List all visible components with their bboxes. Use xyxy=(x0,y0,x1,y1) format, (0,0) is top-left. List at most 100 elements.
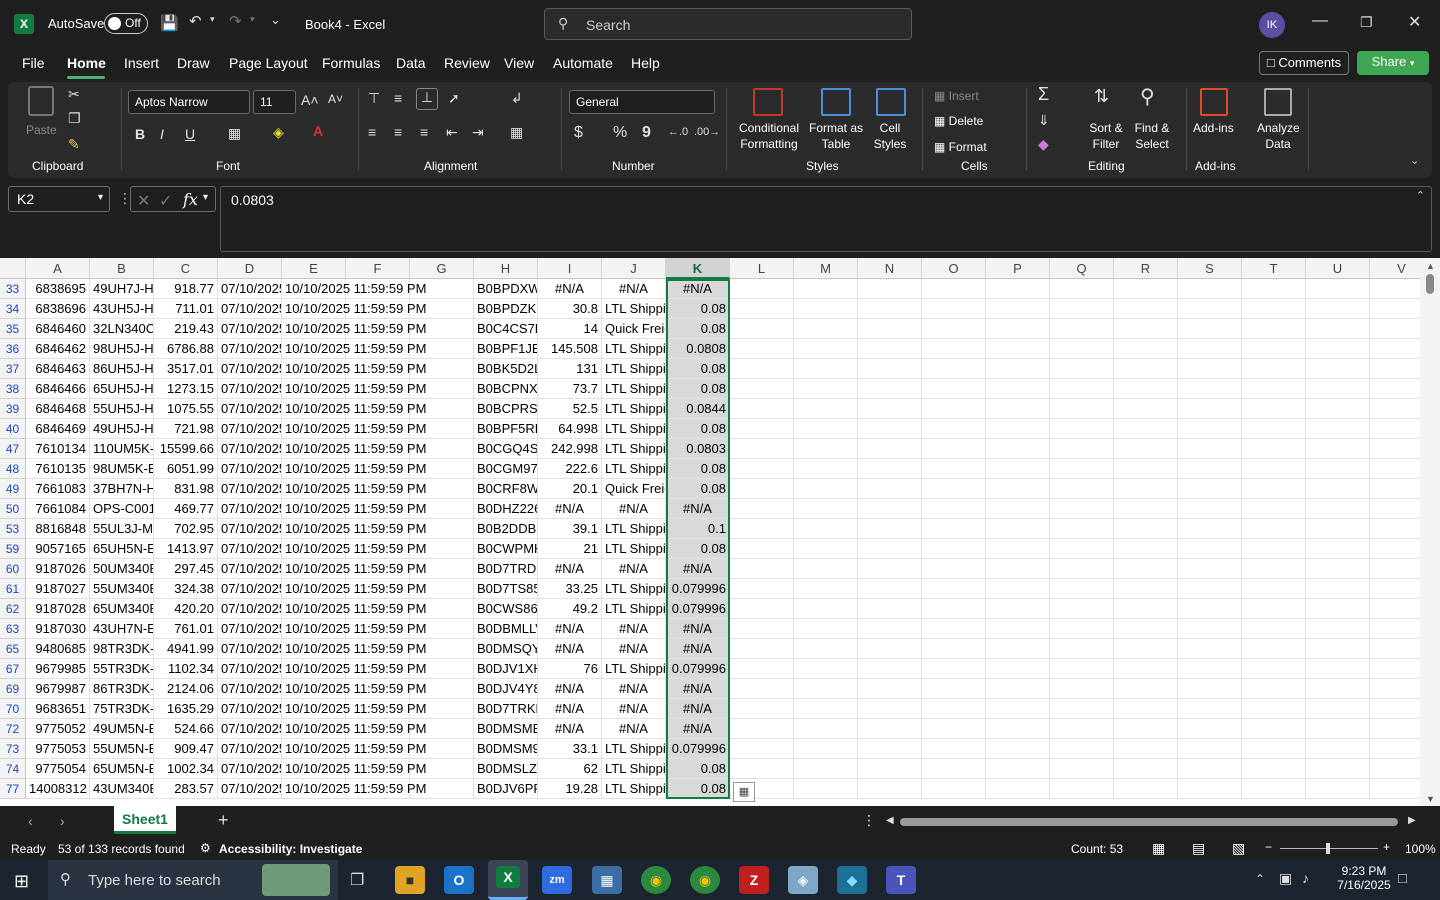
cell-a[interactable]: 6846469 xyxy=(26,419,90,439)
cell-e[interactable]: 10/10/2025 11:59:59 PM xyxy=(282,619,474,639)
tab-file[interactable]: File xyxy=(22,55,45,71)
cell-k[interactable]: 0.0808 xyxy=(666,339,730,359)
grid-cell[interactable] xyxy=(1178,639,1242,659)
cell-d[interactable]: 07/10/2025 xyxy=(218,679,282,699)
grid-cell[interactable] xyxy=(730,459,794,479)
collapse-formula-bar-icon[interactable]: ⌃ xyxy=(1416,189,1425,202)
grid-cell[interactable] xyxy=(794,299,858,319)
cell-b[interactable]: 49UH5J-H xyxy=(90,419,154,439)
row-header[interactable]: 38 xyxy=(0,379,26,399)
cell-k[interactable]: 0.08 xyxy=(666,419,730,439)
cell-c[interactable]: 324.38 xyxy=(154,579,218,599)
grid-cell[interactable] xyxy=(986,479,1050,499)
grid-cell[interactable] xyxy=(1178,739,1242,759)
row-header[interactable]: 77 xyxy=(0,779,26,799)
conditional-formatting-icon[interactable] xyxy=(753,88,783,116)
grid-cell[interactable] xyxy=(858,459,922,479)
cell-i[interactable]: #N/A xyxy=(538,619,602,639)
cell-j[interactable]: #N/A xyxy=(602,499,666,519)
grid-cell[interactable] xyxy=(858,479,922,499)
grid-cell[interactable] xyxy=(858,679,922,699)
grid-cell[interactable] xyxy=(1306,599,1370,619)
grid-cell[interactable] xyxy=(794,439,858,459)
row-header[interactable]: 62 xyxy=(0,599,26,619)
windows-start-icon[interactable]: ⊞ xyxy=(14,871,29,892)
grid-cell[interactable] xyxy=(922,579,986,599)
grid-cell[interactable] xyxy=(1242,499,1306,519)
grid-cell[interactable] xyxy=(1114,639,1178,659)
grid-cell[interactable] xyxy=(1242,519,1306,539)
grid-cell[interactable] xyxy=(730,659,794,679)
restore-icon[interactable]: ❐ xyxy=(1360,14,1373,31)
cell-i[interactable]: 131 xyxy=(538,359,602,379)
cell-i[interactable]: 30.8 xyxy=(538,299,602,319)
grid-cell[interactable] xyxy=(1306,779,1370,799)
cell-e[interactable]: 10/10/2025 11:59:59 PM xyxy=(282,739,474,759)
column-header[interactable]: I xyxy=(538,258,602,279)
autosum-icon[interactable]: Σ xyxy=(1038,84,1049,105)
tab-split-handle-icon[interactable]: ⋮ xyxy=(862,812,876,829)
grid-cell[interactable] xyxy=(1050,719,1114,739)
cell-i[interactable]: #N/A xyxy=(538,559,602,579)
cell-b[interactable]: 49UH7J-H xyxy=(90,279,154,299)
grid-cell[interactable] xyxy=(1114,459,1178,479)
row-header[interactable]: 59 xyxy=(0,539,26,559)
grid-cell[interactable] xyxy=(922,299,986,319)
cell-a[interactable]: 6838696 xyxy=(26,299,90,319)
column-header[interactable]: O xyxy=(922,258,986,279)
fill-color-icon[interactable]: ◈ xyxy=(273,124,284,141)
cell-a[interactable]: 6838695 xyxy=(26,279,90,299)
cell-a[interactable]: 14008312 xyxy=(26,779,90,799)
grid-cell[interactable] xyxy=(1306,739,1370,759)
cell-k[interactable]: 0.079996 xyxy=(666,599,730,619)
redo-icon[interactable]: ↷ xyxy=(229,12,242,30)
grid-cell[interactable] xyxy=(986,459,1050,479)
grid-cell[interactable] xyxy=(1114,759,1178,779)
cell-k[interactable]: 0.079996 xyxy=(666,579,730,599)
cell-a[interactable]: 6846468 xyxy=(26,399,90,419)
cell-a[interactable]: 7610135 xyxy=(26,459,90,479)
grid-cell[interactable] xyxy=(730,499,794,519)
cell-c[interactable]: 1102.34 xyxy=(154,659,218,679)
sort-filter-icon[interactable]: ⇅ xyxy=(1094,86,1109,107)
grid-cell[interactable] xyxy=(1178,419,1242,439)
cell-c[interactable]: 420.20 xyxy=(154,599,218,619)
grid-cell[interactable] xyxy=(1050,659,1114,679)
sheet-tab-sheet1[interactable]: Sheet1 xyxy=(114,806,176,834)
grid-cell[interactable] xyxy=(858,579,922,599)
grid-cell[interactable] xyxy=(1050,299,1114,319)
grid-cell[interactable] xyxy=(922,679,986,699)
grid-cell[interactable] xyxy=(858,279,922,299)
cell-c[interactable]: 702.95 xyxy=(154,519,218,539)
grid-cell[interactable] xyxy=(1178,539,1242,559)
excel-taskbar-button[interactable]: X xyxy=(488,860,528,900)
cell-e[interactable]: 10/10/2025 11:59:59 PM xyxy=(282,439,474,459)
conditional-formatting-button[interactable]: Conditional Formatting xyxy=(734,120,804,152)
grid-cell[interactable] xyxy=(1306,519,1370,539)
cell-j[interactable]: LTL Shipping xyxy=(602,519,666,539)
cell-h[interactable]: B0BPF5RP xyxy=(474,419,538,439)
grid-cell[interactable] xyxy=(730,599,794,619)
row-header[interactable]: 47 xyxy=(0,439,26,459)
cell-j[interactable]: LTL Shipping xyxy=(602,339,666,359)
grid-cell[interactable] xyxy=(986,779,1050,799)
file-explorer-icon[interactable]: ■ xyxy=(395,866,425,894)
grid-cell[interactable] xyxy=(1178,659,1242,679)
grid-cell[interactable] xyxy=(986,699,1050,719)
cell-h[interactable]: B0DJV4Y8 xyxy=(474,679,538,699)
cell-b[interactable]: 50UM340E xyxy=(90,559,154,579)
grid-cell[interactable] xyxy=(794,719,858,739)
comments-button[interactable]: □ Comments xyxy=(1259,51,1349,75)
insert-cells-button[interactable]: ▦ Insert xyxy=(934,88,979,104)
cell-e[interactable]: 10/10/2025 11:59:59 PM xyxy=(282,299,474,319)
grid-cell[interactable] xyxy=(1306,539,1370,559)
redo-dropdown-icon[interactable]: ▾ xyxy=(250,14,255,25)
cell-b[interactable]: 98UH5J-H xyxy=(90,339,154,359)
cell-a[interactable]: 7661084 xyxy=(26,499,90,519)
cell-k[interactable]: 0.0844 xyxy=(666,399,730,419)
cell-i[interactable]: 76 xyxy=(538,659,602,679)
grid-cell[interactable] xyxy=(986,439,1050,459)
grid-cell[interactable] xyxy=(1114,619,1178,639)
cell-e[interactable]: 10/10/2025 11:59:59 PM xyxy=(282,659,474,679)
cell-c[interactable]: 524.66 xyxy=(154,719,218,739)
